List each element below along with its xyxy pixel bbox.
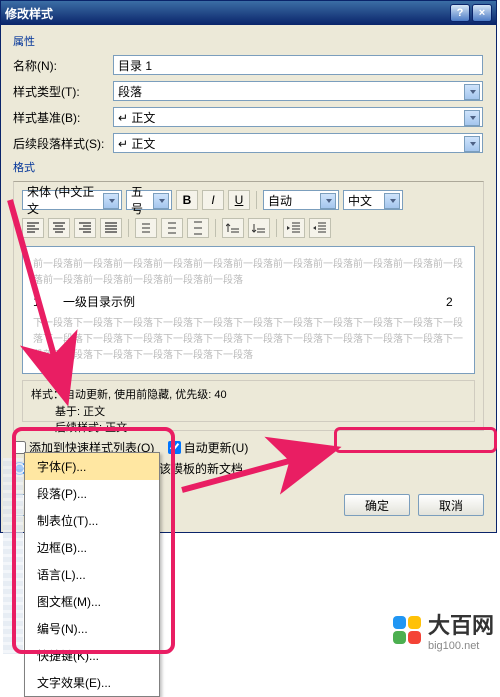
next-style-select[interactable]: ↵ 正文	[113, 133, 483, 153]
menu-language[interactable]: 语言(L)...	[25, 561, 159, 588]
script-select[interactable]: 中文	[343, 190, 403, 210]
watermark: 大百网 big100.net	[392, 608, 494, 652]
label-type: 样式类型(T):	[13, 83, 113, 100]
preview-pane: 前一段落前一段落前一段落前一段落前一段落前一段落前一段落前一段落前一段落前一段落…	[22, 246, 475, 374]
indent-inc-button[interactable]	[309, 218, 331, 238]
preview-ghost-before: 前一段落前一段落前一段落前一段落前一段落前一段落前一段落前一段落前一段落前一段落…	[33, 257, 464, 289]
titlebar[interactable]: 修改样式 ? ×	[1, 1, 496, 25]
menu-numbering[interactable]: 编号(N)...	[25, 615, 159, 642]
label-based: 样式基准(B):	[13, 109, 113, 126]
menu-paragraph[interactable]: 段落(P)...	[25, 480, 159, 507]
line-spacing-2-button[interactable]	[187, 218, 209, 238]
style-description: 样式：自动更新, 使用前隐藏, 优先级: 40 基于: 正文 后续样式: 正文	[22, 380, 475, 422]
line-spacing-15-button[interactable]	[161, 218, 183, 238]
font-family-select[interactable]: 宋体 (中文正文	[22, 190, 122, 210]
bold-button[interactable]: B	[176, 190, 198, 210]
background-strip	[3, 458, 23, 654]
based-on-select[interactable]: ↵ 正文	[113, 107, 483, 127]
watermark-logo-icon	[392, 615, 422, 645]
menu-frame[interactable]: 图文框(M)...	[25, 588, 159, 615]
para-space-inc-button[interactable]	[222, 218, 244, 238]
line-spacing-1-button[interactable]	[135, 218, 157, 238]
preview-ghost-after: 下一段落下一段落下一段落下一段落下一段落下一段落下一段落下一段落下一段落下一段落…	[33, 316, 464, 364]
close-button[interactable]: ×	[472, 4, 492, 22]
align-justify-button[interactable]	[100, 218, 122, 238]
font-toolbar: 宋体 (中文正文 五号 B I U 自动 中文	[22, 190, 475, 210]
font-size-select[interactable]: 五号	[126, 190, 172, 210]
section-format: 格式	[13, 159, 484, 175]
label-name: 名称(N):	[13, 57, 113, 74]
watermark-brand: 大百网	[428, 613, 494, 638]
indent-dec-button[interactable]	[283, 218, 305, 238]
format-menu: 字体(F)... 段落(P)... 制表位(T)... 边框(B)... 语言(…	[24, 452, 160, 697]
font-color-select[interactable]: 自动	[263, 190, 339, 210]
section-properties: 属性	[13, 33, 484, 49]
italic-button[interactable]: I	[202, 190, 224, 210]
format-panel: 宋体 (中文正文 五号 B I U 自动 中文	[13, 181, 484, 431]
type-select[interactable]: 段落	[113, 81, 483, 101]
opt-auto-update[interactable]: 自动更新(U)	[168, 439, 249, 456]
align-left-button[interactable]	[22, 218, 44, 238]
menu-shortcut[interactable]: 快捷键(K)...	[25, 642, 159, 669]
paragraph-toolbar	[22, 218, 475, 238]
menu-text-effects[interactable]: 文字效果(E)...	[25, 669, 159, 696]
ok-button[interactable]: 确定	[344, 494, 410, 516]
menu-border[interactable]: 边框(B)...	[25, 534, 159, 561]
align-center-button[interactable]	[48, 218, 70, 238]
sample-num-a: 1	[33, 293, 51, 312]
align-right-button[interactable]	[74, 218, 96, 238]
watermark-url: big100.net	[428, 640, 494, 652]
menu-tabs[interactable]: 制表位(T)...	[25, 507, 159, 534]
help-button[interactable]: ?	[450, 4, 470, 22]
menu-font[interactable]: 字体(F)...	[25, 453, 159, 480]
para-space-dec-button[interactable]	[248, 218, 270, 238]
cancel-button[interactable]: 取消	[418, 494, 484, 516]
sample-num-c: 2	[446, 293, 464, 312]
sample-text: 一级目录示例	[51, 293, 446, 312]
underline-button[interactable]: U	[228, 190, 250, 210]
title-text: 修改样式	[5, 5, 448, 22]
label-next: 后续段落样式(S):	[13, 135, 113, 152]
name-input[interactable]	[113, 55, 483, 75]
